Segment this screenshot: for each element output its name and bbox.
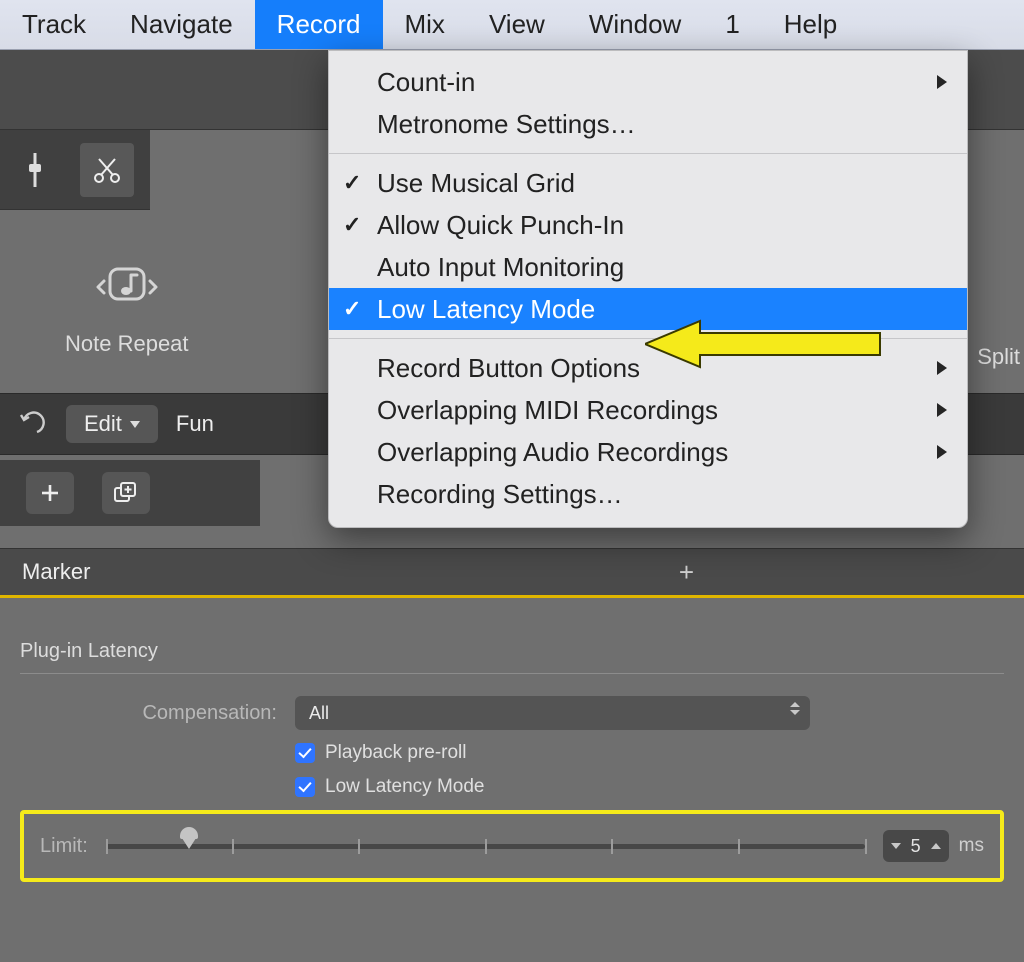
menuitem-count-in[interactable]: Count-in [329,61,967,103]
panel-separator [20,673,1004,674]
menu-record[interactable]: Record [255,0,383,49]
chevron-down-icon [130,421,140,428]
limit-label: Limit: [40,835,88,858]
menu-window[interactable]: Window [567,0,703,49]
low-latency-field: Low Latency Mode [20,776,1004,798]
plus-button[interactable] [26,472,74,514]
note-repeat-block[interactable]: Note Repeat [65,255,189,357]
stepper-down-icon[interactable] [891,843,901,849]
marker-add-icon[interactable]: + [679,557,694,588]
menuitem-label: Record Button Options [377,353,640,384]
note-repeat-label: Note Repeat [65,331,189,357]
menuitem-low-latency-mode[interactable]: ✓ Low Latency Mode [329,288,967,330]
edit-menu-button[interactable]: Edit [66,405,158,443]
tool-row-1 [0,130,150,210]
menu-separator [329,338,967,339]
stepper-up-icon[interactable] [931,843,941,849]
menuitem-label: Allow Quick Punch-In [377,210,624,241]
edit-menu-label: Edit [84,411,122,437]
fun-label: Fun [176,411,214,437]
menuitem-metronome-settings[interactable]: Metronome Settings… [329,103,967,145]
split-label: Split [971,338,1024,376]
menuitem-label: Overlapping MIDI Recordings [377,395,718,426]
limit-value: 5 [911,836,921,857]
menu-view[interactable]: View [467,0,567,49]
compensation-label: Compensation: [20,702,295,725]
menu-help[interactable]: Help [762,0,859,49]
fader-icon[interactable] [8,143,62,197]
menuitem-label: Recording Settings… [377,479,623,510]
menuitem-label: Auto Input Monitoring [377,252,624,283]
menu-1[interactable]: 1 [703,0,761,49]
duplicate-button[interactable] [102,472,150,514]
menuitem-label: Low Latency Mode [377,294,595,325]
limit-unit: ms [959,835,984,857]
compensation-field: Compensation: All [20,696,1004,730]
submenu-arrow-icon [937,403,947,417]
menubar: Track Navigate Record Mix View Window 1 … [0,0,1024,50]
scissors-icon[interactable] [80,143,134,197]
compensation-select[interactable]: All [295,696,810,730]
check-icon: ✓ [343,212,361,238]
menuitem-label: Overlapping Audio Recordings [377,437,728,468]
marker-label: Marker [22,559,90,585]
submenu-arrow-icon [937,75,947,89]
select-updown-icon [790,702,800,715]
undo-icon[interactable] [14,407,48,441]
panel-title: Plug-in Latency [20,640,1004,663]
menu-navigate[interactable]: Navigate [108,0,255,49]
check-icon: ✓ [343,296,361,322]
menuitem-recording-settings[interactable]: Recording Settings… [329,473,967,515]
menuitem-use-musical-grid[interactable]: ✓ Use Musical Grid [329,162,967,204]
submenu-arrow-icon [937,361,947,375]
playback-preroll-checkbox[interactable] [295,743,315,763]
note-repeat-icon [92,255,162,315]
low-latency-checkbox[interactable] [295,777,315,797]
plugin-latency-panel: Plug-in Latency Compensation: All Playba… [20,640,1004,882]
limit-row-highlight: Limit: 5 ms [20,810,1004,882]
menuitem-label: Count-in [377,67,475,98]
low-latency-label: Low Latency Mode [325,776,485,798]
menuitem-record-button-options[interactable]: Record Button Options [329,347,967,389]
limit-slider[interactable] [106,831,865,861]
menuitem-overlapping-midi[interactable]: Overlapping MIDI Recordings [329,389,967,431]
check-icon: ✓ [343,170,361,196]
menuitem-label: Metronome Settings… [377,109,636,140]
menu-separator [329,153,967,154]
compensation-value: All [309,703,329,724]
record-menu-dropdown[interactable]: Count-in Metronome Settings… ✓ Use Music… [328,50,968,528]
menu-track[interactable]: Track [0,0,108,49]
menuitem-label: Use Musical Grid [377,168,575,199]
menuitem-auto-input-monitoring[interactable]: Auto Input Monitoring [329,246,967,288]
menu-mix[interactable]: Mix [383,0,467,49]
playback-preroll-label: Playback pre-roll [325,742,467,764]
menuitem-overlapping-audio[interactable]: Overlapping Audio Recordings [329,431,967,473]
tool-row-3 [0,460,260,526]
submenu-arrow-icon [937,445,947,459]
playback-preroll-field: Playback pre-roll [20,742,1004,764]
marker-strip[interactable]: Marker + [0,548,1024,596]
menuitem-allow-quick-punch-in[interactable]: ✓ Allow Quick Punch-In [329,204,967,246]
limit-stepper[interactable]: 5 [883,830,949,862]
